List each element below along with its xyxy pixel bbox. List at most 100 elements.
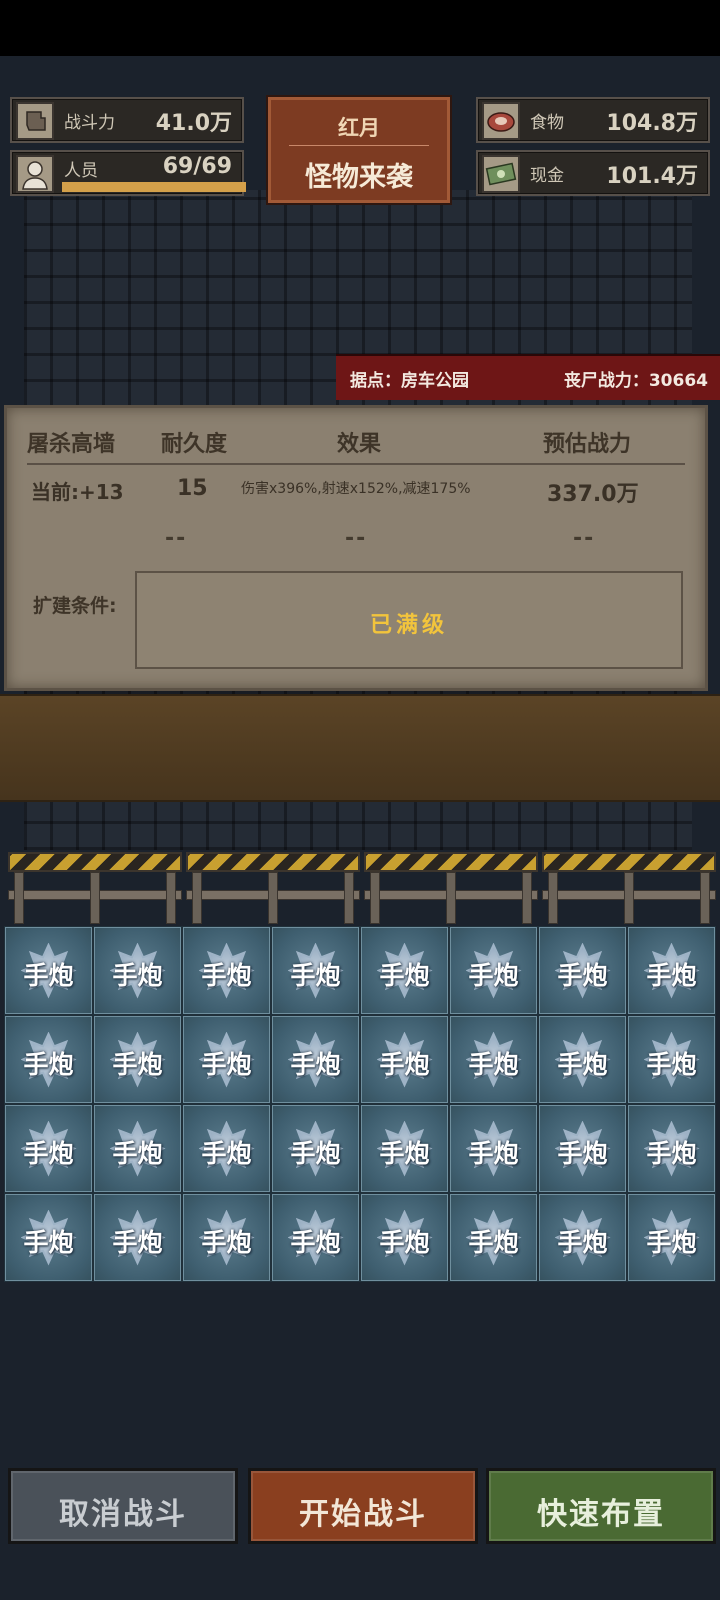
barricade-post (624, 872, 634, 924)
barricade (8, 850, 182, 924)
unit-slot[interactable]: 手炮 (183, 1194, 270, 1281)
expand-condition-label: 扩建条件: (33, 595, 117, 617)
food-value: 104.8万 (606, 111, 698, 136)
combat-power-value: 41.0万 (155, 111, 232, 136)
unit-slot[interactable]: 手炮 (539, 1105, 626, 1192)
start-battle-label: 开始战斗 (299, 1497, 427, 1532)
unit-slot[interactable]: 手炮 (450, 1016, 537, 1103)
event-title: 怪物来袭 (305, 162, 413, 193)
barricade-post (166, 872, 176, 924)
unit-slot[interactable]: 手炮 (183, 927, 270, 1014)
person-icon (16, 155, 54, 193)
unit-slot[interactable]: 手炮 (361, 927, 448, 1014)
unit-label: 手炮 (290, 961, 341, 990)
unit-slot[interactable]: 手炮 (272, 927, 359, 1014)
barricade-post (192, 872, 202, 924)
unit-label: 手炮 (646, 961, 697, 990)
unit-slot[interactable]: 手炮 (272, 1194, 359, 1281)
unit-slot[interactable]: 手炮 (628, 1016, 715, 1103)
header-durability: 耐久度 (161, 432, 228, 457)
unit-slot[interactable]: 手炮 (628, 1105, 715, 1192)
unit-slot[interactable]: 手炮 (5, 1105, 92, 1192)
unit-slot[interactable]: 手炮 (94, 1105, 181, 1192)
unit-label: 手炮 (557, 1228, 608, 1257)
barricade-post (548, 872, 558, 924)
cash-value: 101.4万 (606, 164, 698, 189)
unit-label: 手炮 (557, 1139, 608, 1168)
unit-slot[interactable]: 手炮 (94, 1194, 181, 1281)
barricade-post (370, 872, 380, 924)
start-battle-button[interactable]: 开始战斗 (248, 1468, 478, 1544)
unit-slot[interactable]: 手炮 (450, 927, 537, 1014)
unit-slot[interactable]: 手炮 (5, 927, 92, 1014)
unit-slot[interactable]: 手炮 (5, 1016, 92, 1103)
header-power: 预估战力 (543, 432, 632, 457)
quick-deploy-button[interactable]: 快速布置 (486, 1468, 716, 1544)
combat-power-box: 战斗力 41.0万 (10, 97, 244, 143)
unit-label: 手炮 (290, 1139, 341, 1168)
location-strip: 据点：房车公园 丧尸战力：30664 (336, 354, 720, 400)
hazard-stripe (8, 852, 182, 872)
unit-slot[interactable]: 手炮 (272, 1105, 359, 1192)
unit-slot[interactable]: 手炮 (183, 1016, 270, 1103)
zombie-power: 丧尸战力：30664 (563, 371, 708, 391)
staff-box: 人员 69/69 (10, 150, 246, 196)
unit-label: 手炮 (112, 1050, 163, 1079)
unit-label: 手炮 (646, 1228, 697, 1257)
unit-slot[interactable]: 手炮 (272, 1016, 359, 1103)
event-tag: 红月 (338, 116, 380, 140)
next-durability: -- (165, 526, 188, 551)
hazard-stripe (364, 852, 538, 872)
meat-icon (482, 102, 520, 140)
header-effect: 效果 (337, 432, 382, 457)
fist-icon (16, 102, 54, 140)
unit-slot[interactable]: 手炮 (361, 1016, 448, 1103)
staff-bar-fill (62, 182, 246, 192)
unit-slot[interactable]: 手炮 (94, 1016, 181, 1103)
unit-slot[interactable]: 手炮 (183, 1105, 270, 1192)
unit-label: 手炮 (468, 1228, 519, 1257)
event-panel[interactable]: 红月 怪物来袭 (268, 97, 450, 203)
unit-label: 手炮 (201, 1139, 252, 1168)
status-bar (0, 0, 720, 56)
unit-label: 手炮 (112, 961, 163, 990)
combat-power-label: 战斗力 (64, 113, 115, 133)
barricade (542, 850, 716, 924)
unit-slot[interactable]: 手炮 (450, 1105, 537, 1192)
unit-label: 手炮 (379, 961, 430, 990)
barricade-post (700, 872, 710, 924)
unit-slot[interactable]: 手炮 (539, 1194, 626, 1281)
unit-slot[interactable]: 手炮 (5, 1194, 92, 1281)
unit-label: 手炮 (646, 1050, 697, 1079)
unit-label: 手炮 (646, 1139, 697, 1168)
unit-slot[interactable]: 手炮 (94, 927, 181, 1014)
unit-label: 手炮 (23, 1139, 74, 1168)
unit-slot[interactable]: 手炮 (628, 1194, 715, 1281)
current-durability: 15 (177, 476, 208, 501)
unit-label: 手炮 (379, 1139, 430, 1168)
unit-slot[interactable]: 手炮 (361, 1194, 448, 1281)
expand-condition-box: 已满级 (135, 571, 683, 669)
unit-slot[interactable]: 手炮 (539, 1016, 626, 1103)
base-name: 据点：房车公园 (350, 371, 469, 391)
barricade-post (90, 872, 100, 924)
barricade-post (344, 872, 354, 924)
unit-label: 手炮 (23, 961, 74, 990)
unit-slot[interactable]: 手炮 (450, 1194, 537, 1281)
cancel-battle-button[interactable]: 取消战斗 (8, 1468, 238, 1544)
unit-label: 手炮 (379, 1050, 430, 1079)
hazard-stripe (542, 852, 716, 872)
unit-label: 手炮 (468, 961, 519, 990)
unit-label: 手炮 (468, 1050, 519, 1079)
barricade-post (268, 872, 278, 924)
barricade (186, 850, 360, 924)
header-wall-name: 屠杀高墙 (27, 432, 116, 457)
unit-slot[interactable]: 手炮 (361, 1105, 448, 1192)
unit-slot[interactable]: 手炮 (539, 927, 626, 1014)
unit-slot[interactable]: 手炮 (628, 927, 715, 1014)
max-level-text: 已满级 (369, 613, 448, 638)
barricade-post (522, 872, 532, 924)
staff-value: 69/69 (162, 154, 232, 179)
unit-label: 手炮 (23, 1228, 74, 1257)
unit-label: 手炮 (112, 1139, 163, 1168)
